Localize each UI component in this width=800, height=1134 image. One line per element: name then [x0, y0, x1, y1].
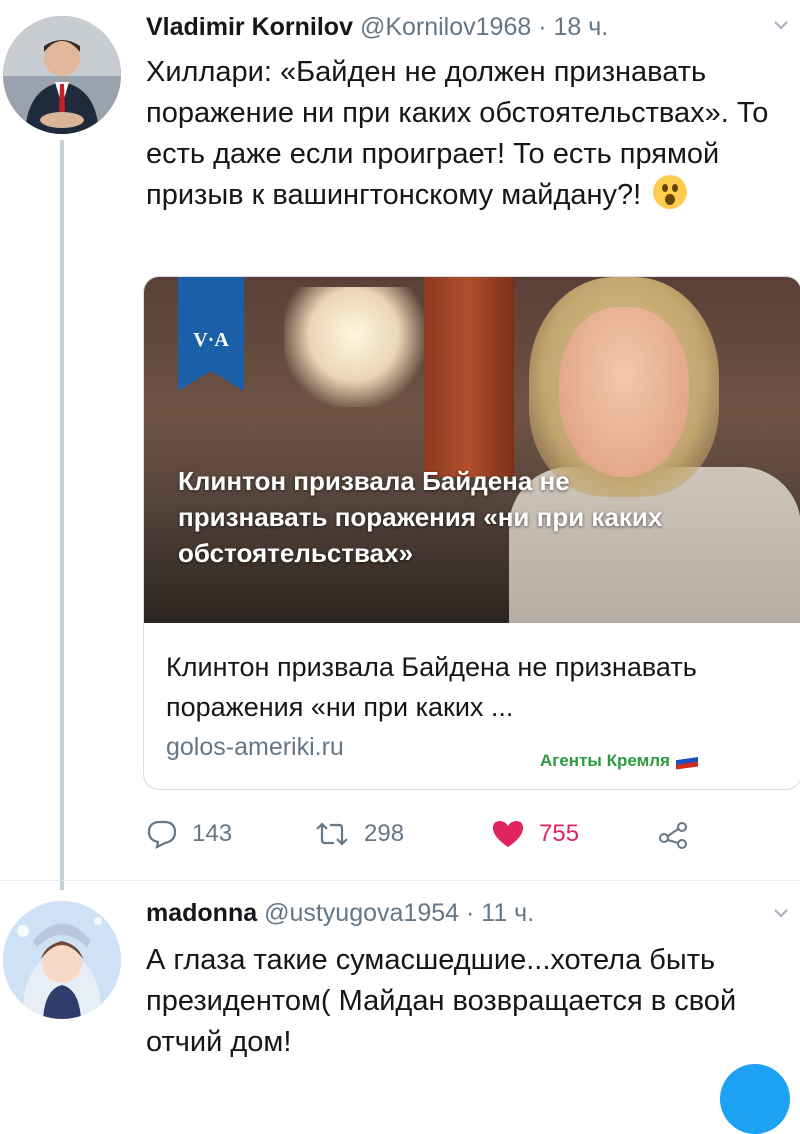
image-headline: Клинтон призвала Байдена не признавать п… [178, 466, 663, 568]
share-icon [659, 822, 687, 849]
watermark: Агенты Кремля [540, 751, 698, 771]
author-name[interactable]: Vladimir Kornilov [146, 13, 353, 41]
like-button[interactable]: 755 [491, 812, 579, 856]
card-image: V·A Клинтон призвала Байдена не признава… [144, 277, 800, 623]
retweet-button[interactable]: 298 [314, 812, 404, 856]
link-preview-card[interactable]: V·A Клинтон призвала Байдена не признава… [143, 276, 800, 790]
chevron-down-icon[interactable] [774, 906, 788, 920]
thread-line [60, 140, 64, 890]
retweet-count: 298 [364, 820, 405, 847]
tweet-timestamp[interactable]: 18 ч. [554, 13, 609, 41]
author-handle[interactable]: @ustyugova1954 [264, 899, 459, 927]
card-domain: golos-ameriki.ru [166, 733, 344, 761]
tweet-timestamp[interactable]: 11 ч. [481, 899, 534, 927]
watermark-text: Агенты Кремля [540, 751, 670, 770]
separator-dot: · [466, 899, 475, 927]
like-count: 755 [539, 820, 580, 847]
author-name[interactable]: madonna [146, 899, 257, 927]
reply-icon [147, 820, 177, 849]
speaker-photo [499, 277, 800, 623]
tweet-body: А глаза такие сумасшедшие...хотела быть … [146, 944, 737, 1058]
tweet-text: Хиллари: «Байден не должен признавать по… [146, 52, 786, 216]
author-handle[interactable]: @Kornilov1968 [360, 13, 531, 41]
astonished-face-icon [653, 175, 688, 209]
heart-icon [493, 821, 523, 847]
separator-dot: · [538, 13, 547, 41]
tweet-divider [0, 880, 800, 881]
background-lamp [284, 287, 424, 407]
retweet-icon [316, 822, 348, 846]
russia-flag-icon [675, 752, 698, 770]
tweet-text: А глаза такие сумасшедшие...хотела быть … [146, 940, 786, 1063]
voa-logo-text: V·A [193, 329, 229, 351]
reply-count: 143 [192, 820, 233, 847]
reply-button[interactable]: 143 [146, 812, 232, 856]
avatar[interactable] [3, 16, 121, 134]
chevron-down-icon[interactable] [774, 18, 788, 32]
tweet-actions: 143 298 755 [146, 812, 786, 856]
card-title: Клинтон призвала Байдена не признавать п… [166, 652, 697, 722]
avatar[interactable] [3, 901, 121, 1019]
compose-tweet-button[interactable] [720, 1064, 790, 1134]
tweet-header: Vladimir Kornilov @Kornilov1968 · 18 ч. [146, 12, 608, 42]
share-button[interactable] [658, 812, 704, 856]
tweet-header: madonna @ustyugova1954 · 11 ч. [146, 898, 534, 928]
